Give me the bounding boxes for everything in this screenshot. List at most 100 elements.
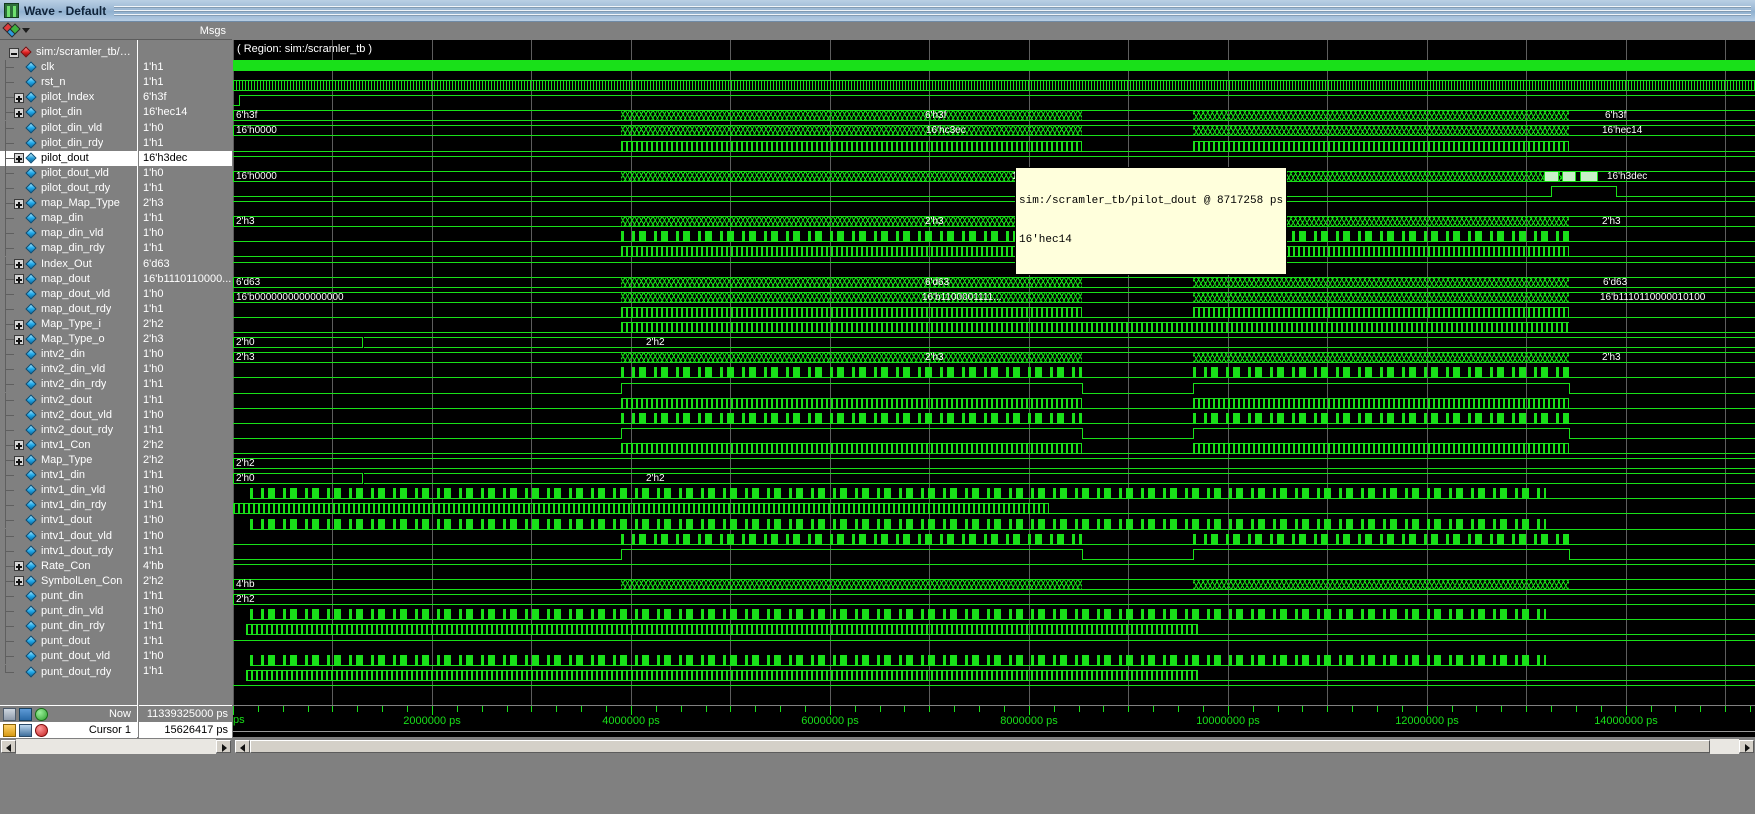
signal-row-punt_dout_vld[interactable]: punt_dout_vld xyxy=(0,649,137,665)
signal-row-intv1_dout[interactable]: intv1_dout xyxy=(0,513,137,529)
signal-name-label: map_dout xyxy=(41,272,90,285)
delete-icon[interactable] xyxy=(35,723,48,737)
signal-icon xyxy=(25,409,37,421)
signal-row-punt_dout_rdy[interactable]: punt_dout_rdy xyxy=(0,664,137,679)
scroll-left-arrow[interactable] xyxy=(1,740,16,753)
expand-toggle[interactable] xyxy=(14,92,24,103)
signal-value-label: 2'h2 xyxy=(143,453,164,466)
bus-transitions-1 xyxy=(621,579,1082,591)
wave-scroll-left-arrow[interactable] xyxy=(235,740,250,753)
signal-row-intv2_dout_rdy[interactable]: intv2_dout_rdy xyxy=(0,422,137,438)
expand-toggle[interactable] xyxy=(14,561,24,572)
signal-row-intv1_din_rdy[interactable]: intv1_din_rdy xyxy=(0,498,137,514)
waveform-canvas[interactable]: ( Region: sim:/scramler_tb ) 6'h3f 6'h3f 6… xyxy=(233,40,1755,705)
waveform-row: 2'h3 2'h3 2'h3 xyxy=(233,350,1755,365)
expand-toggle[interactable] xyxy=(14,319,24,330)
signal-row-intv2_din[interactable]: intv2_din xyxy=(0,347,137,363)
ruler-minor-tick xyxy=(1377,706,1378,712)
signal-row-pilot_din[interactable]: pilot_din xyxy=(0,105,137,121)
time-ruler[interactable]: 2000000 ps 4000000 ps 6000000 ps 8000000 ps… xyxy=(233,705,1755,737)
waveform-row xyxy=(233,154,1755,169)
signal-row-intv2_din_rdy[interactable]: intv2_din_rdy xyxy=(0,377,137,393)
signal-row-punt_din[interactable]: punt_din xyxy=(0,588,137,604)
expand-toggle[interactable] xyxy=(14,440,24,451)
status-cursor-row[interactable]: Cursor 1 xyxy=(0,722,137,738)
wave-scroll-track[interactable] xyxy=(1710,739,1739,754)
signal-row-symbollen_con[interactable]: SymbolLen_Con xyxy=(0,573,137,589)
expand-toggle[interactable] xyxy=(14,455,24,466)
signal-row-map_din[interactable]: map_din xyxy=(0,211,137,227)
signal-row-intv2_dout_vld[interactable]: intv2_dout_vld xyxy=(0,407,137,423)
cursor-value[interactable]: 15626417 ps xyxy=(139,722,232,738)
scroll-track[interactable] xyxy=(16,739,216,754)
signal-row-intv1_din[interactable]: intv1_din xyxy=(0,468,137,484)
wrench-icon[interactable] xyxy=(19,723,32,737)
signal-value-label: 1'h1 xyxy=(143,136,164,149)
signal-row-map_din_rdy[interactable]: map_din_rdy xyxy=(0,241,137,257)
signal-row-punt_din_rdy[interactable]: punt_din_rdy xyxy=(0,619,137,635)
signal-name-pane[interactable]: sim:/scramler_tb/Gr... clk rst_n pilot_Inde… xyxy=(0,40,138,705)
add-icon[interactable] xyxy=(35,707,48,721)
expand-toggle[interactable] xyxy=(14,198,24,209)
expand-toggle[interactable] xyxy=(14,107,24,118)
collapse-toggle[interactable] xyxy=(9,47,19,58)
signal-row-pilot_dout_vld[interactable]: pilot_dout_vld xyxy=(0,165,137,181)
signal-row-intv2_din_vld[interactable]: intv2_din_vld xyxy=(0,362,137,378)
name-pane-hscrollbar[interactable] xyxy=(0,739,232,754)
signal-row-map_dout_vld[interactable]: map_dout_vld xyxy=(0,286,137,302)
signal-row-rst_n[interactable]: rst_n xyxy=(0,75,137,91)
signal-icon xyxy=(25,348,37,360)
bus-value-label: 16'hec14 xyxy=(1602,125,1643,137)
signal-row-intv1_dout_vld[interactable]: intv1_dout_vld xyxy=(0,528,137,544)
window-icon[interactable] xyxy=(19,707,32,721)
signal-row-pilot_din_rdy[interactable]: pilot_din_rdy xyxy=(0,135,137,151)
title-grip[interactable] xyxy=(114,5,1751,16)
signal-row-map_din_vld[interactable]: map_din_vld xyxy=(0,226,137,242)
signal-icon xyxy=(25,106,37,119)
expand-toggle[interactable] xyxy=(14,334,24,345)
signal-icon xyxy=(25,167,37,179)
tree-line xyxy=(0,573,14,589)
signal-row-pilot_index[interactable]: pilot_Index xyxy=(0,90,137,106)
signal-group-icon[interactable] xyxy=(2,22,21,38)
signal-row-pilot_dout[interactable]: pilot_dout xyxy=(0,150,137,166)
wave-scroll-right-arrow[interactable] xyxy=(1739,740,1754,753)
signal-row-pilot_dout_rdy[interactable]: pilot_dout_rdy xyxy=(0,181,137,197)
wave-scroll-thumb[interactable] xyxy=(250,740,1710,753)
signal-row-intv1_din_vld[interactable]: intv1_din_vld xyxy=(0,483,137,499)
signal-row-rate_con[interactable]: Rate_Con xyxy=(0,558,137,574)
signal-row-map_dout_rdy[interactable]: map_dout_rdy xyxy=(0,301,137,317)
signal-row-intv1_con[interactable]: intv1_Con xyxy=(0,437,137,453)
signal-row-map_map_type[interactable]: map_Map_Type xyxy=(0,196,137,212)
signal-row-clk[interactable]: clk xyxy=(0,60,137,76)
signal-value-pane[interactable]: 1'h1 1'h1 6'h3f 16'hec14 1'h0 1'h1 16'h3dec 1'h… xyxy=(139,40,232,705)
signal-row-map_type_o[interactable]: Map_Type_o xyxy=(0,332,137,348)
signal-row-map_type[interactable]: Map_Type xyxy=(0,453,137,468)
expand-toggle[interactable] xyxy=(14,153,24,164)
expand-toggle[interactable] xyxy=(14,259,24,270)
signal-row-intv1_dout_rdy[interactable]: intv1_dout_rdy xyxy=(0,543,137,559)
chevron-down-icon[interactable] xyxy=(22,28,30,33)
signal-row-pilot_din_vld[interactable]: pilot_din_vld xyxy=(0,120,137,136)
signal-row-index_out[interactable]: Index_Out xyxy=(0,256,137,272)
waveform-row xyxy=(233,381,1755,396)
save-icon[interactable] xyxy=(3,707,16,721)
wave-hscrollbar[interactable] xyxy=(234,739,1755,754)
signal-row-punt_din_vld[interactable]: punt_din_vld xyxy=(0,604,137,620)
random-1 xyxy=(621,231,1082,243)
scroll-right-arrow[interactable] xyxy=(216,740,231,753)
signal-row-map_dout[interactable]: map_dout xyxy=(0,271,137,287)
signal-row-map_type_i[interactable]: Map_Type_i xyxy=(0,317,137,333)
tree-line xyxy=(0,422,14,438)
expand-toggle[interactable] xyxy=(14,576,24,587)
waveform-row xyxy=(233,199,1755,214)
bus-value-label: 2'h3 xyxy=(1602,216,1621,228)
signal-icon xyxy=(25,121,37,134)
signal-value-label: 1'h0 xyxy=(143,227,164,240)
expand-toggle[interactable] xyxy=(14,274,24,285)
signal-row-sim--scramler_tb-gr---[interactable]: sim:/scramler_tb/Gr... xyxy=(0,45,137,60)
signal-row-punt_dout[interactable]: punt_dout xyxy=(0,634,137,650)
signal-row-intv2_dout[interactable]: intv2_dout xyxy=(0,392,137,408)
lock-icon[interactable] xyxy=(3,723,16,737)
tail xyxy=(1569,241,1755,243)
